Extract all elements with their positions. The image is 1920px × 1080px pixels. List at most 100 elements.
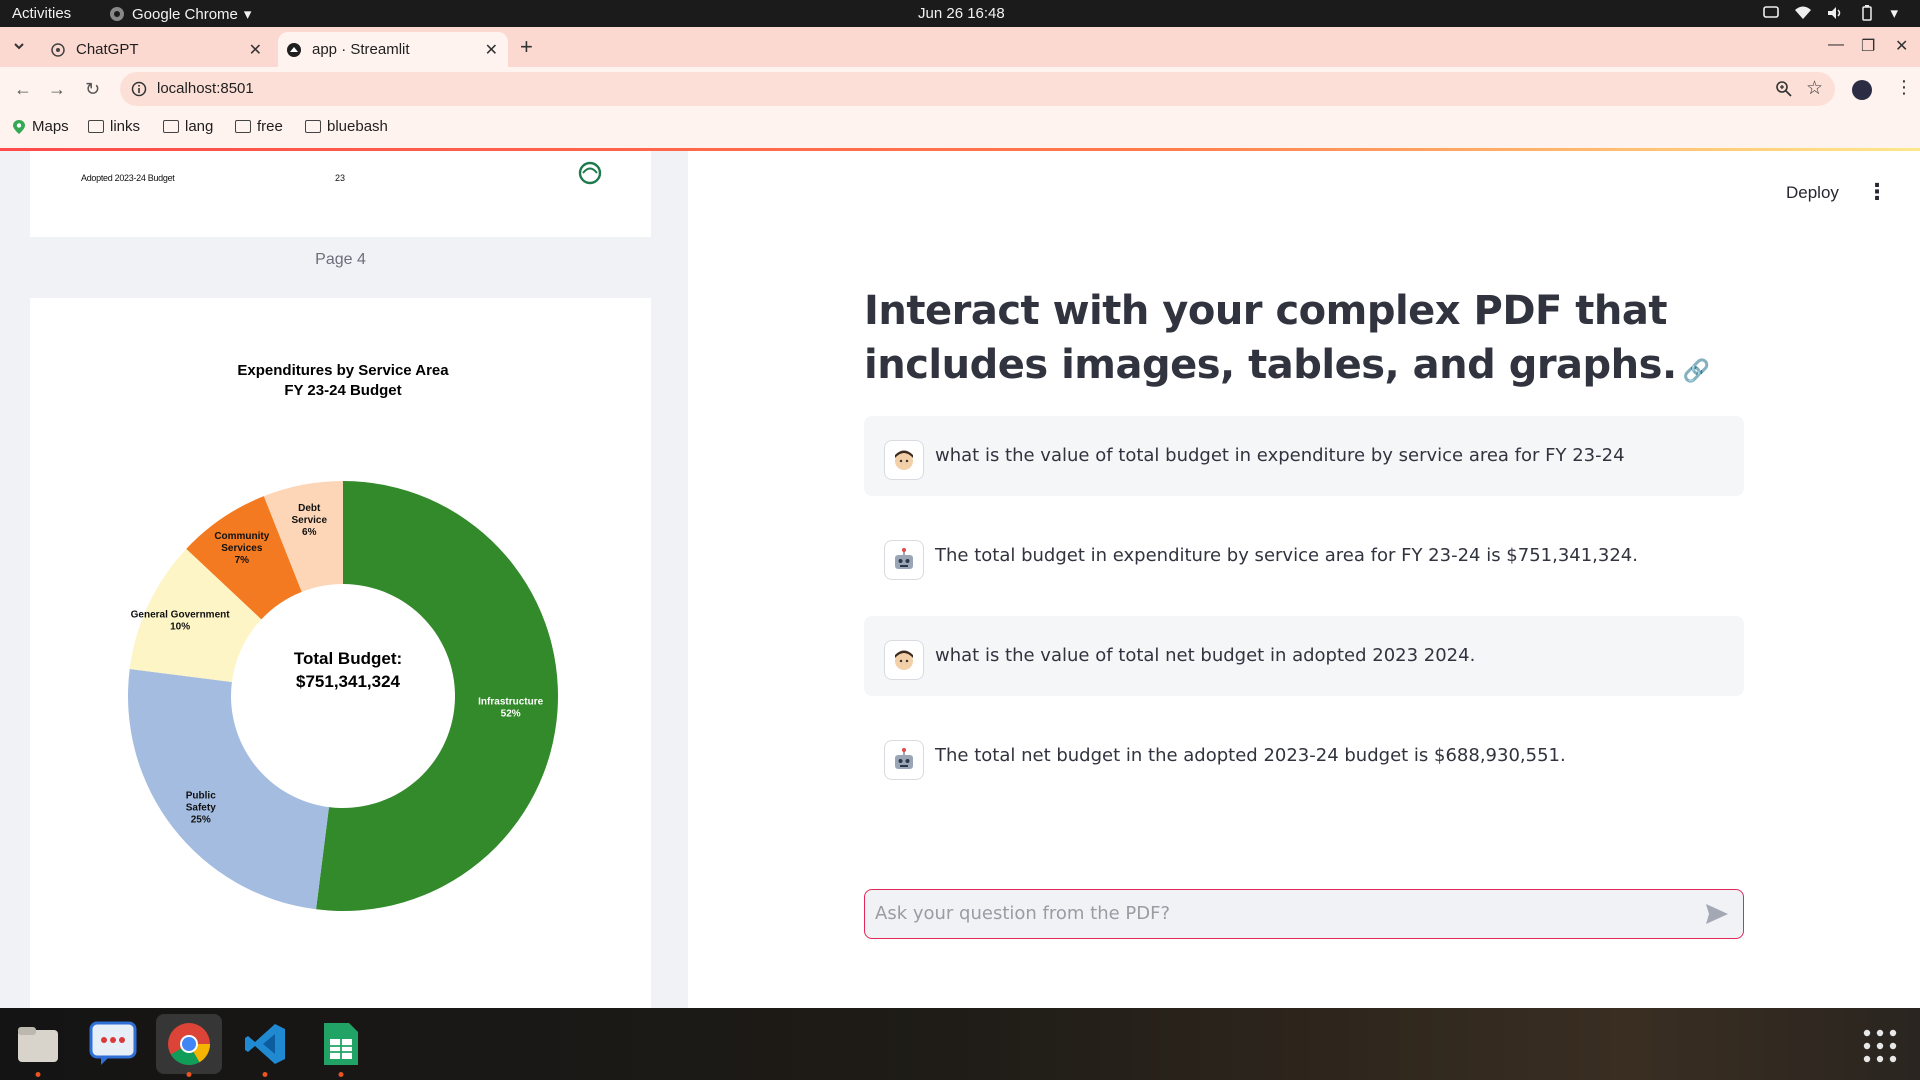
tab-chatgpt[interactable]: ChatGPT ✕	[40, 32, 272, 67]
slice-label: 10%	[170, 621, 190, 632]
forward-arrow-icon[interactable]: →	[48, 79, 66, 100]
slice-label: Services	[221, 543, 263, 554]
deploy-button[interactable]: Deploy	[1786, 183, 1839, 203]
running-indicator	[35, 1072, 41, 1077]
dock-files[interactable]	[5, 1014, 71, 1077]
slice-label: 7%	[235, 555, 250, 566]
page-title-text: Interact with your complex PDF that incl…	[864, 288, 1677, 388]
notification-icon	[1763, 6, 1780, 18]
chat-message-text: The total net budget in the adopted 2023…	[935, 745, 1566, 766]
city-logo-icon	[578, 161, 602, 185]
close-window-icon[interactable]: ✕	[1895, 36, 1908, 56]
close-tab-icon[interactable]: ✕	[485, 40, 498, 60]
dropdown-arrow-icon: ▾	[243, 6, 252, 23]
vscode-icon	[245, 1024, 285, 1064]
slice-label: General Government	[131, 609, 231, 620]
pdf-sidebar[interactable]: Adopted 2023-24 Budget 23 Page 4 Expendi…	[0, 151, 688, 1008]
activities-button[interactable]: Activities	[12, 5, 71, 22]
browser-toolbar: ← → ↻ localhost:8501 ☆ ⋮	[0, 67, 1920, 112]
bookmark-folder-free[interactable]: free	[235, 118, 283, 135]
slice-label: 25%	[191, 814, 211, 825]
pdf-page-previous: Adopted 2023-24 Budget 23	[30, 151, 651, 237]
dock-chat-app[interactable]	[80, 1014, 146, 1074]
system-tray[interactable]: ▾	[1762, 4, 1898, 22]
bookmark-star-icon[interactable]: ☆	[1806, 77, 1823, 100]
chrome-icon	[168, 1023, 210, 1066]
chrome-menu-icon[interactable]: ⋮	[1895, 77, 1913, 98]
page-footer-number: 23	[335, 173, 346, 183]
bookmark-folder-links[interactable]: links	[88, 118, 140, 135]
folder-icon	[305, 120, 321, 133]
chat-message-text: The total budget in expenditure by servi…	[935, 545, 1638, 566]
anchor-link-icon[interactable]: 🔗	[1683, 359, 1710, 384]
chat-app-icon	[89, 1021, 137, 1065]
bookmark-folder-lang[interactable]: lang	[163, 118, 213, 135]
dock-chrome[interactable]	[156, 1014, 222, 1077]
user-avatar	[884, 440, 924, 480]
user-avatar	[884, 640, 924, 680]
tab-title: ChatGPT	[76, 41, 139, 58]
slice-label: 52%	[501, 709, 521, 720]
back-arrow-icon[interactable]: ←	[14, 79, 32, 100]
donut-slice	[127, 669, 329, 910]
site-info-icon[interactable]	[131, 81, 147, 97]
bookmark-label: Maps	[32, 118, 69, 135]
system-top-bar: Activities Google Chrome ▾ Jun 26 16:48 …	[0, 0, 1920, 27]
assistant-avatar	[884, 740, 924, 780]
pdf-page-label: Page 4	[315, 251, 366, 268]
app-menu[interactable]: Google Chrome ▾	[108, 5, 251, 23]
slice-label: Debt	[298, 503, 321, 514]
slice-label: Community	[214, 531, 269, 542]
dock-spreadsheet[interactable]	[308, 1014, 374, 1077]
chart-title-line-1: Expenditures by Service Area	[237, 362, 449, 379]
new-tab-button[interactable]: +	[520, 36, 533, 58]
bookmark-label: bluebash	[327, 118, 388, 135]
folder-icon	[163, 120, 179, 133]
page-footer-title: Adopted 2023-24 Budget	[81, 173, 175, 183]
robot-icon	[895, 548, 913, 569]
running-indicator	[338, 1072, 344, 1077]
slice-label: Safety	[186, 802, 216, 813]
power-menu-arrow-icon: ▾	[1890, 5, 1898, 22]
streamlit-favicon-icon	[287, 42, 301, 57]
tab-title: app · Streamlit	[312, 41, 410, 58]
send-icon[interactable]	[1705, 903, 1729, 925]
slice-label: Service	[291, 515, 327, 526]
slice-label: 6%	[302, 527, 317, 538]
extension-icon[interactable]	[1852, 80, 1872, 100]
close-tab-icon[interactable]: ✕	[249, 40, 262, 60]
robot-icon	[895, 748, 913, 769]
bookmark-folder-bluebash[interactable]: bluebash	[305, 118, 388, 135]
clock[interactable]: Jun 26 16:48	[918, 5, 1005, 22]
files-icon	[18, 1027, 58, 1062]
user-face-icon	[895, 450, 913, 470]
center-total-value: $751,341,324	[296, 672, 401, 691]
chat-input[interactable]	[875, 890, 1695, 937]
restore-window-icon[interactable]: ❐	[1861, 36, 1875, 56]
chat-message-user: what is the value of total budget in exp…	[864, 416, 1744, 496]
zoom-icon[interactable]	[1775, 80, 1793, 98]
chat-input-container	[864, 889, 1744, 939]
tab-search-chevron-icon[interactable]	[12, 39, 26, 58]
slice-label: Public	[186, 790, 216, 801]
main-menu-icon[interactable]: ⋮	[1866, 179, 1888, 205]
running-indicator	[262, 1072, 268, 1077]
bookmark-maps[interactable]: Maps	[12, 118, 69, 135]
center-total-label: Total Budget:	[294, 649, 402, 668]
address-bar[interactable]: localhost:8501 ☆	[120, 72, 1835, 106]
chat-message-assistant: The total budget in expenditure by servi…	[864, 516, 1744, 596]
chatgpt-favicon-icon	[51, 42, 65, 57]
page-title: Interact with your complex PDF that incl…	[864, 284, 1764, 399]
chat-message-assistant: The total net budget in the adopted 2023…	[864, 716, 1744, 796]
tab-streamlit[interactable]: app · Streamlit ✕	[278, 32, 508, 67]
main-content: Deploy ⋮ Interact with your complex PDF …	[688, 151, 1920, 1008]
reload-icon[interactable]: ↻	[85, 79, 100, 100]
slice-label: Infrastructure	[478, 697, 543, 708]
user-face-icon	[895, 650, 913, 670]
bookmark-label: links	[110, 118, 141, 135]
minimize-window-icon[interactable]: —	[1828, 36, 1844, 54]
folder-icon	[235, 120, 251, 133]
chat-message-user: what is the value of total net budget in…	[864, 616, 1744, 696]
show-apps-grid-icon[interactable]	[1862, 1028, 1898, 1064]
dock-vscode[interactable]	[232, 1014, 298, 1077]
